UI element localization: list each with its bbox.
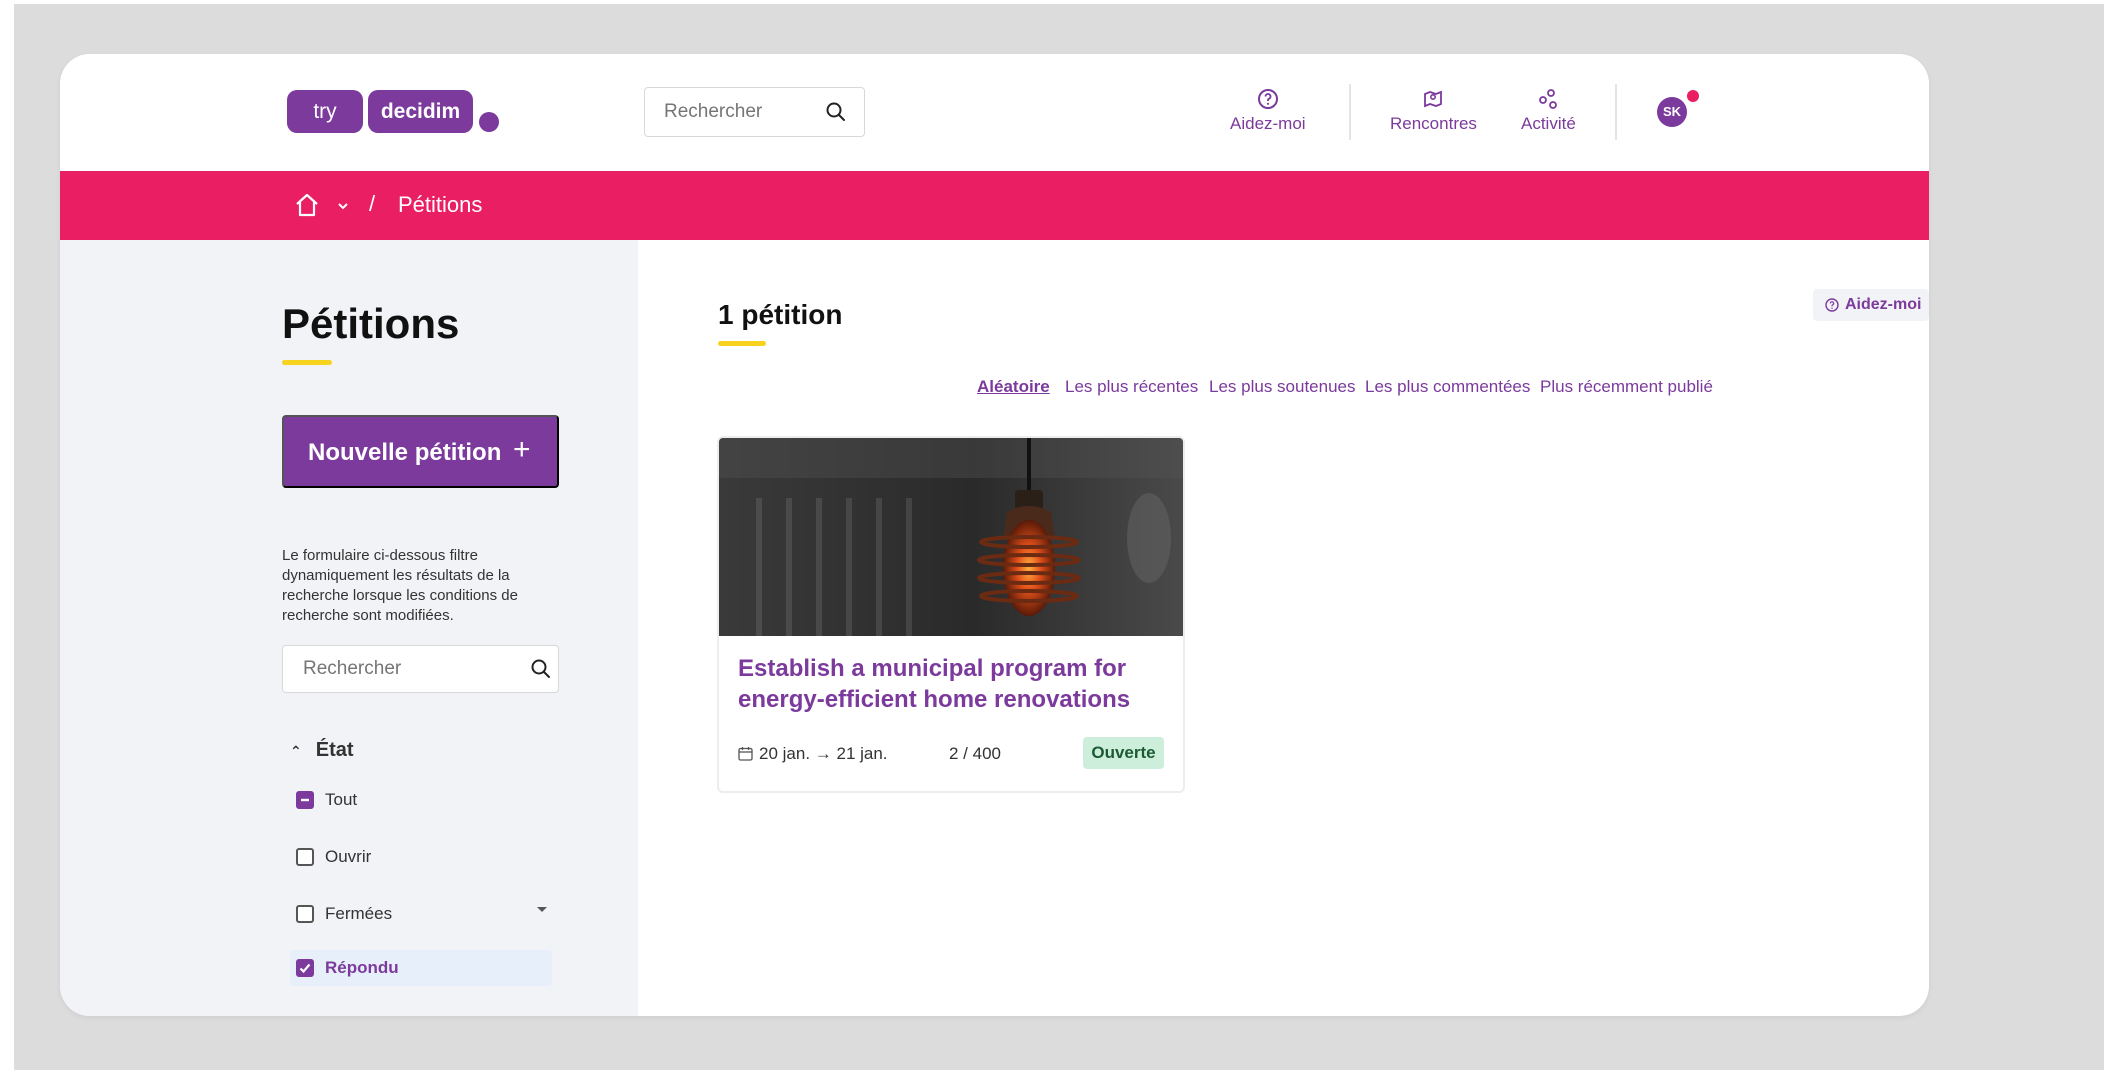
browser-page: try decidim Aidez-moi Rencontres Activit… — [60, 54, 1929, 1016]
state-filter-heading: État — [315, 739, 354, 761]
state-option-label: Répondu — [325, 958, 399, 977]
nav-activity[interactable]: Activité — [1521, 88, 1576, 134]
sort-recent[interactable]: Les plus récentes — [1065, 377, 1198, 397]
nav-help[interactable]: Aidez-moi — [1230, 88, 1306, 134]
filter-sidebar: Pétitions Nouvelle pétition + Le formula… — [60, 240, 638, 1016]
nav-meetings-label: Rencontres — [1390, 114, 1477, 133]
sort-random[interactable]: Aléatoire — [977, 377, 1050, 397]
state-option-label: Fermées — [325, 904, 393, 923]
activity-nodes-icon — [1539, 89, 1558, 109]
lightbulb-image[interactable] — [719, 438, 1183, 636]
breadcrumb: / Pétitions — [60, 171, 1929, 240]
state-option-label: Tout — [325, 790, 358, 809]
filter-help-text: Le formulaire ci-dessous filtre dynamiqu… — [282, 547, 518, 624]
nav-activity-label: Activité — [1521, 114, 1576, 133]
user-avatar[interactable]: SK — [1657, 97, 1687, 127]
help-chip[interactable]: Aidez-moi — [1813, 289, 1929, 321]
help-chip-label: Aidez-moi — [1845, 296, 1922, 313]
petition-dates-text: 20 jan. → 21 jan. — [759, 744, 888, 763]
sort-most-commented[interactable]: Les plus commentées — [1365, 377, 1530, 397]
title-underline — [282, 360, 332, 365]
nav-help-label: Aidez-moi — [1230, 114, 1306, 133]
state-option-label: Ouvrir — [325, 847, 372, 866]
sort-most-supported[interactable]: Les plus soutenues — [1209, 377, 1356, 397]
state-option-repondu[interactable]: Répondu — [290, 950, 552, 986]
nav-divider — [1615, 84, 1617, 140]
petition-dates: 20 jan. → 21 jan. — [738, 744, 888, 764]
state-filter-toggle[interactable]: ⌃ État — [290, 739, 354, 762]
expand-caret-icon[interactable] — [537, 907, 547, 912]
logo-try[interactable]: try — [287, 90, 363, 133]
calendar-icon — [738, 747, 753, 761]
chevron-up-icon: ⌃ — [290, 743, 302, 759]
petition-title[interactable]: Establish a municipal program for energy… — [738, 653, 1168, 715]
state-option-tout[interactable]: Tout — [296, 784, 556, 818]
status-badge: Ouverte — [1083, 737, 1164, 769]
checkbox-checked[interactable] — [296, 959, 314, 977]
help-circle-icon — [1825, 298, 1839, 312]
sort-recently-published[interactable]: Plus récemment publié — [1540, 377, 1713, 397]
petition-card[interactable]: Establish a municipal program for energy… — [717, 436, 1185, 793]
logo-decidim[interactable]: decidim — [368, 90, 473, 133]
new-petition-button[interactable]: Nouvelle pétition + — [282, 415, 559, 488]
plus-icon: + — [513, 433, 531, 466]
logo-dot — [479, 112, 499, 132]
header-search — [644, 87, 865, 137]
search-icon[interactable] — [530, 658, 552, 680]
sidebar-search-input[interactable] — [303, 646, 523, 692]
results-count: 1 pétition — [718, 299, 843, 330]
nav-meetings[interactable]: Rencontres — [1390, 88, 1477, 134]
home-icon[interactable] — [293, 191, 321, 219]
breadcrumb-separator: / — [369, 191, 376, 216]
nav-divider — [1349, 84, 1351, 140]
state-option-ouvrir[interactable]: Ouvrir — [296, 841, 556, 875]
breadcrumb-current[interactable]: Pétitions — [398, 192, 482, 218]
sidebar-search — [282, 645, 559, 693]
notification-dot — [1687, 90, 1699, 102]
checkbox-indeterminate[interactable] — [296, 791, 314, 809]
chevron-down-icon[interactable] — [337, 200, 349, 212]
map-pin-icon — [1424, 90, 1443, 108]
help-circle-icon — [1257, 89, 1278, 109]
site-header: try decidim Aidez-moi Rencontres Activit… — [60, 54, 1929, 171]
count-underline — [718, 341, 766, 346]
page-title: Pétitions — [282, 300, 460, 347]
search-icon[interactable] — [825, 101, 847, 123]
state-option-fermees[interactable]: Fermées — [296, 898, 556, 932]
petition-votes: 2 / 400 — [949, 744, 1001, 763]
checkbox[interactable] — [296, 848, 314, 866]
new-petition-label: Nouvelle pétition — [308, 439, 502, 466]
header-search-input[interactable] — [664, 88, 824, 136]
checkbox[interactable] — [296, 905, 314, 923]
